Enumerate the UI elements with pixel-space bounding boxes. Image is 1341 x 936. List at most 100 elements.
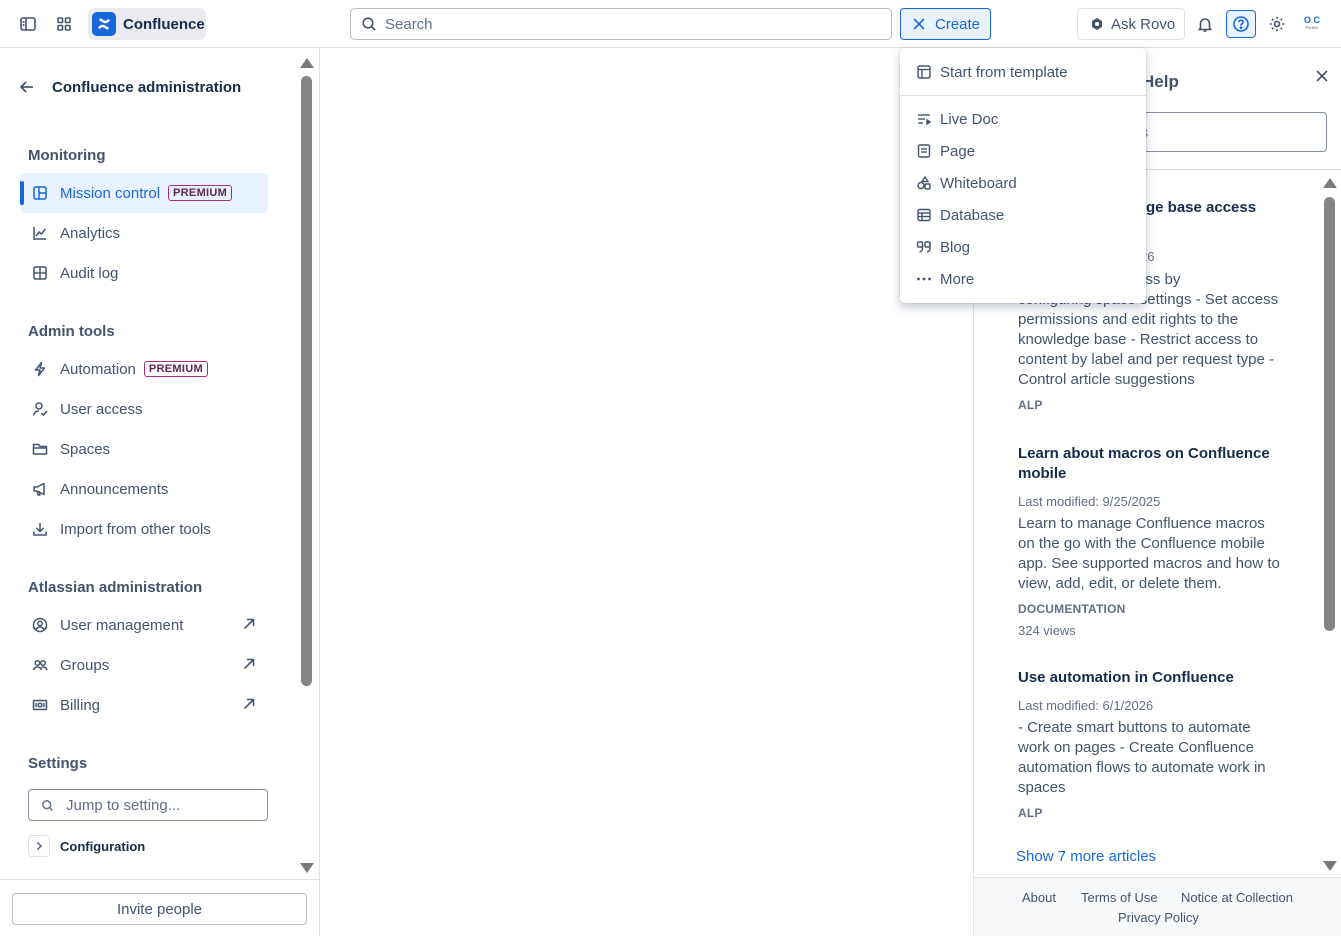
megaphone-icon	[32, 481, 48, 497]
section-heading-monitoring: Monitoring	[28, 147, 106, 164]
app-switcher-icon[interactable]	[50, 10, 78, 38]
sidebar-item-audit-log[interactable]: Audit log	[20, 253, 268, 293]
scroll-up-arrow-icon[interactable]	[300, 58, 314, 68]
confluence-home-link[interactable]: Confluence	[88, 8, 206, 40]
sidebar-item-groups[interactable]: Groups	[20, 645, 268, 685]
sidebar-item-user-management[interactable]: User management	[20, 605, 268, 645]
invite-people-button[interactable]: Invite people	[12, 893, 307, 925]
sidebar-item-label: Analytics	[60, 224, 121, 242]
sidebar-item-automation[interactable]: Automation PREMIUM	[20, 349, 268, 389]
configuration-group[interactable]: Configuration	[28, 835, 145, 857]
confluence-logo-icon	[92, 12, 116, 36]
person-check-icon	[32, 401, 48, 417]
sidebar-item-announcements[interactable]: Announcements	[20, 469, 268, 509]
close-icon	[913, 18, 925, 30]
premium-badge: PREMIUM	[143, 361, 208, 377]
person-circle-icon	[32, 617, 48, 633]
chart-line-icon	[32, 225, 48, 241]
billing-icon	[32, 697, 48, 713]
help-question-icon[interactable]	[1226, 10, 1256, 38]
close-icon[interactable]	[1314, 68, 1330, 87]
menu-item-label: Blog	[940, 238, 971, 256]
back-arrow-icon[interactable]	[18, 78, 36, 96]
premium-badge: PREMIUM	[168, 185, 233, 201]
menu-item-whiteboard[interactable]: Whiteboard	[900, 167, 1146, 199]
sidebar-item-billing[interactable]: Billing	[20, 685, 268, 725]
sidebar-item-label: Audit log	[60, 264, 119, 282]
sidebar-item-label: Mission control	[60, 184, 161, 202]
ask-rovo-button[interactable]: Ask Rovo	[1077, 8, 1185, 40]
show-more-articles-link[interactable]: Show 7 more articles	[1016, 848, 1156, 865]
help-panel-title: Help	[1142, 72, 1179, 91]
sidebar-header: Confluence administration	[18, 78, 241, 96]
sidebar-item-label: User management	[60, 616, 184, 634]
article-tag: DOCUMENTATION	[1018, 602, 1126, 616]
sidebar-item-spaces[interactable]: Spaces	[20, 429, 268, 469]
avatar-initials: O C	[1303, 15, 1320, 25]
article-title: Use automation in Confluence	[1018, 669, 1234, 686]
help-article[interactable]: Use automation in Confluence Last modifi…	[1018, 668, 1280, 820]
help-article[interactable]: Learn about macros on Confluence mobile …	[1018, 444, 1280, 638]
privacy-policy-link[interactable]: Privacy Policy	[1118, 910, 1199, 925]
sidebar-footer: Invite people	[0, 879, 319, 936]
search-placeholder: Search	[385, 15, 433, 33]
scroll-down-arrow-icon[interactable]	[300, 863, 314, 873]
sidebar-toggle-icon[interactable]	[14, 10, 42, 38]
sidebar-item-label: Announcements	[60, 480, 169, 498]
sidebar-item-label: Spaces	[60, 440, 111, 458]
menu-item-database[interactable]: Database	[900, 199, 1146, 231]
template-icon	[916, 64, 932, 80]
menu-item-label: Start from template	[940, 63, 1068, 81]
admin-sidebar: Confluence administration Monitoring Mis…	[0, 48, 320, 936]
article-tag: ALP	[1018, 806, 1043, 820]
sidebar-item-user-access[interactable]: User access	[20, 389, 268, 429]
article-desc: configuring space settings - Set access …	[1018, 291, 1279, 388]
sidebar-item-mission-control[interactable]: Mission control PREMIUM	[20, 173, 268, 213]
menu-item-label: Page	[940, 142, 976, 160]
sidebar-item-label: User access	[60, 400, 143, 418]
section-heading-admin-tools: Admin tools	[28, 323, 115, 340]
external-link-icon	[243, 658, 255, 670]
article-meta: Last modified: 9/25/2025	[1018, 494, 1161, 509]
chevron-right-icon[interactable]	[28, 835, 50, 857]
menu-item-more[interactable]: More	[900, 263, 1146, 295]
avatar-subtext: FUNC	[1305, 25, 1319, 30]
rovo-icon	[1092, 18, 1102, 30]
external-link-icon	[243, 698, 255, 710]
section-heading-settings: Settings	[28, 755, 88, 772]
settings-gear-icon[interactable]	[1263, 10, 1291, 38]
notice-at-collection-link[interactable]: Notice at Collection	[1181, 890, 1293, 905]
menu-item-label: Live Doc	[940, 110, 999, 128]
dashboard-icon	[32, 185, 48, 201]
start-from-template-item[interactable]: Start from template	[900, 56, 1146, 88]
search-input[interactable]: Search	[350, 8, 892, 40]
menu-item-page[interactable]: Page	[900, 135, 1146, 167]
sidebar-item-label: Import from other tools	[60, 520, 211, 538]
ask-rovo-label: Ask Rovo	[1111, 15, 1176, 33]
sidebar-scrollbar[interactable]	[298, 52, 314, 878]
scroll-thumb[interactable]	[301, 76, 312, 686]
jump-placeholder: Jump to setting...	[66, 796, 181, 814]
sidebar-title: Confluence administration	[52, 78, 242, 96]
sidebar-item-analytics[interactable]: Analytics	[20, 213, 268, 253]
external-link-icon	[243, 618, 255, 630]
menu-item-label: Whiteboard	[940, 174, 1017, 192]
menu-item-label: More	[940, 270, 975, 288]
scroll-down-arrow-icon[interactable]	[1323, 861, 1337, 871]
menu-item-blog[interactable]: Blog	[900, 231, 1146, 263]
jump-to-setting-input[interactable]: Jump to setting...	[28, 789, 268, 821]
menu-item-live-doc[interactable]: Live Doc	[900, 103, 1146, 135]
help-search-input[interactable]: s	[1124, 112, 1327, 152]
article-desc: Learn to manage Confluence macros on the…	[1018, 515, 1280, 592]
menu-divider	[900, 95, 1146, 96]
notifications-bell-icon[interactable]	[1191, 10, 1219, 38]
section-heading-atlassian-admin: Atlassian administration	[28, 579, 203, 596]
scroll-up-arrow-icon[interactable]	[1323, 178, 1337, 188]
user-avatar[interactable]: O C FUNC	[1298, 10, 1326, 38]
about-link[interactable]: About	[1022, 890, 1056, 905]
sidebar-item-import[interactable]: Import from other tools	[20, 509, 268, 549]
create-button-label: Create	[935, 15, 981, 33]
create-button[interactable]: Create	[900, 8, 991, 40]
terms-of-use-link[interactable]: Terms of Use	[1081, 890, 1158, 905]
help-scroll-thumb[interactable]	[1324, 197, 1335, 631]
